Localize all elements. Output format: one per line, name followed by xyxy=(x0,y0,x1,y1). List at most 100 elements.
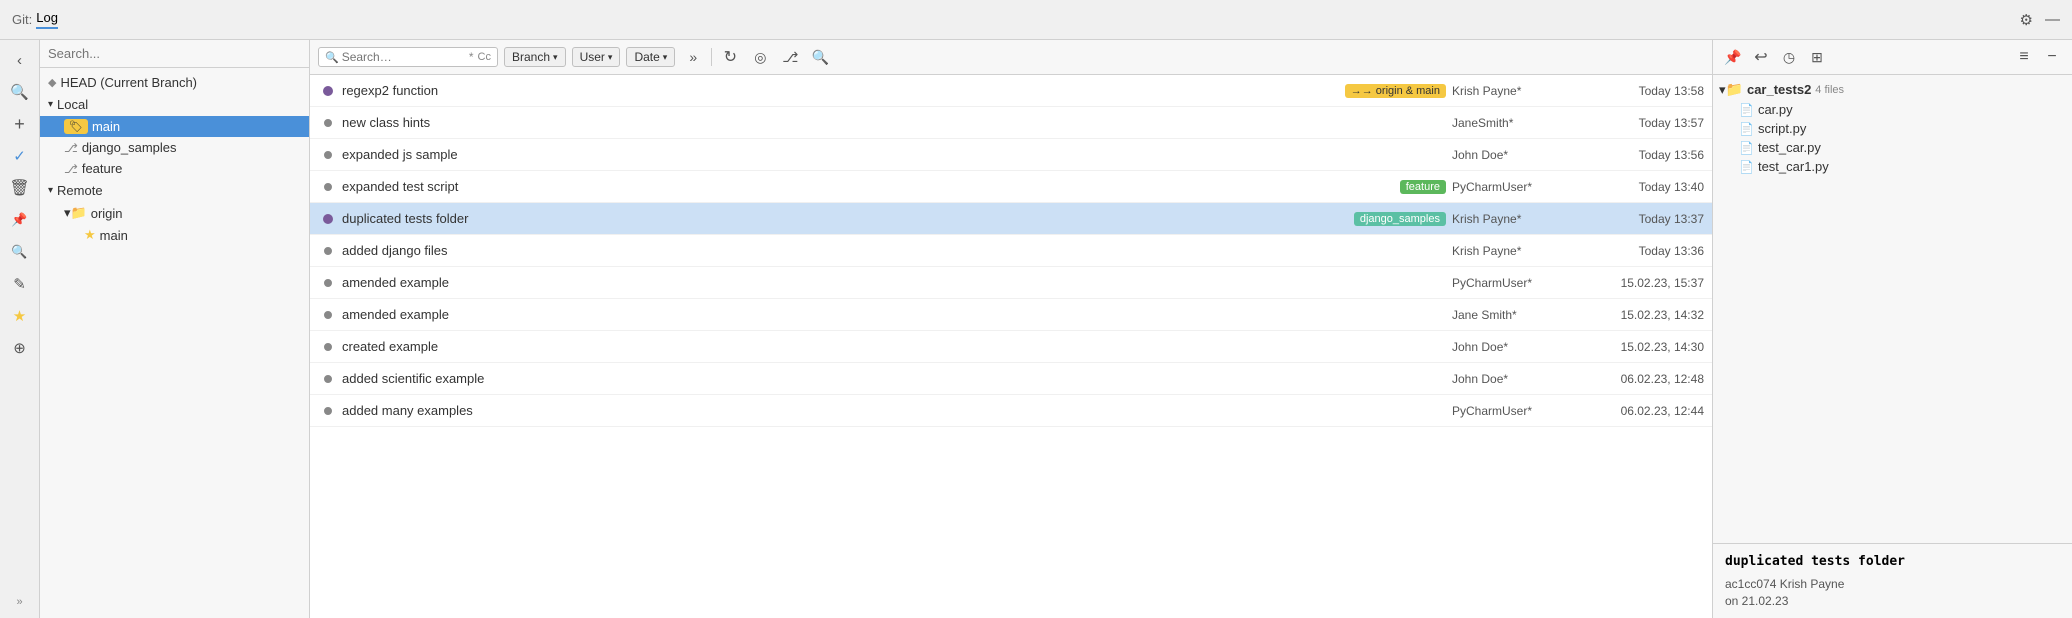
commit-badges: django_samples xyxy=(1354,212,1446,226)
folder-icon: 📁 xyxy=(71,205,87,221)
commit-row[interactable]: added scientific exampleJohn Doe*06.02.2… xyxy=(310,363,1712,395)
branch-filter[interactable]: Branch ▾ xyxy=(504,47,566,67)
commit-row[interactable]: created exampleJohn Doe*15.02.23, 14:30 xyxy=(310,331,1712,363)
sidebar-search-input[interactable] xyxy=(48,46,301,61)
detail-title: duplicated tests folder xyxy=(1725,554,2060,569)
minimize-icon[interactable]: — xyxy=(2045,11,2060,28)
back-button[interactable]: ‹ xyxy=(6,46,34,74)
refresh-button[interactable]: ↻ xyxy=(718,45,742,69)
commit-row[interactable]: duplicated tests folderdjango_samplesKri… xyxy=(310,203,1712,235)
user-filter[interactable]: User ▾ xyxy=(572,47,621,67)
branch-filter-label: Branch xyxy=(512,50,550,64)
commit-search-icon: 🔍 xyxy=(325,51,339,64)
commit-message: amended example xyxy=(338,307,1452,322)
right-pin-icon[interactable]: 📌 xyxy=(1721,45,1745,69)
graph-dot xyxy=(318,214,338,224)
sidebar-item-origin[interactable]: ▾ 📁 origin xyxy=(40,202,309,224)
file-item[interactable]: 📄script.py xyxy=(1719,119,2066,138)
file-item[interactable]: 📄test_car1.py xyxy=(1719,157,2066,176)
commit-row[interactable]: amended exampleJane Smith*15.02.23, 14:3… xyxy=(310,299,1712,331)
add-button[interactable]: + xyxy=(6,110,34,138)
commits-panel: 🔍 * Cc Branch ▾ User ▾ Date ▾ » ↻ ◎ ⎇ 🔍 xyxy=(310,40,1712,618)
main-layout: ‹ 🔍 + ✓ 🗑 📌 🔍 ✎ ★ ⊕ » ◆ HEAD (Current Br… xyxy=(0,40,2072,618)
terminal-button[interactable]: ◎ xyxy=(748,45,772,69)
folder-icon: 📁 xyxy=(1726,81,1743,98)
commit-search-box[interactable]: 🔍 * Cc xyxy=(318,47,498,67)
gear-icon[interactable]: ⚙ xyxy=(2020,11,2033,29)
right-collapse-icon[interactable]: − xyxy=(2040,45,2064,69)
file-icon: 📄 xyxy=(1739,103,1754,117)
commit-row[interactable]: new class hintsJaneSmith*Today 13:57 xyxy=(310,107,1712,139)
delete-button[interactable]: 🗑 xyxy=(6,174,34,202)
file-folder[interactable]: ▾📁car_tests24 files xyxy=(1719,81,2066,98)
graph-dot xyxy=(318,247,338,255)
commit-row[interactable]: regexp2 function→→ origin & mainKrish Pa… xyxy=(310,75,1712,107)
pin-button[interactable]: 📌 xyxy=(6,206,34,234)
commit-row[interactable]: added many examplesPyCharmUser*06.02.23,… xyxy=(310,395,1712,427)
commit-date: 06.02.23, 12:44 xyxy=(1582,404,1712,418)
graph-dot xyxy=(318,183,338,191)
right-undo-icon[interactable]: ↩ xyxy=(1749,45,1773,69)
right-layout-icon[interactable]: ⊞ xyxy=(1805,45,1829,69)
sidebar-item-origin-main[interactable]: ★ main xyxy=(40,224,309,246)
right-panel: 📌 ↩ ◷ ⊞ ≡ − ▾📁car_tests24 files📄car.py📄s… xyxy=(1712,40,2072,618)
case-label[interactable]: Cc xyxy=(478,51,491,63)
edit-button[interactable]: ✎ xyxy=(6,270,34,298)
more-filters-button[interactable]: » xyxy=(681,45,705,69)
file-item[interactable]: 📄car.py xyxy=(1719,100,2066,119)
star-button[interactable]: ★ xyxy=(6,302,34,330)
graph-dot xyxy=(318,151,338,159)
commit-message: amended example xyxy=(338,275,1452,290)
more-tools[interactable]: » xyxy=(16,596,22,608)
commits-search-button[interactable]: 🔍 xyxy=(808,45,832,69)
commit-message: created example xyxy=(338,339,1452,354)
commit-author: Krish Payne* xyxy=(1452,84,1582,98)
sidebar-section-remote[interactable]: ▾ Remote xyxy=(40,179,309,202)
commit-row[interactable]: expanded test scriptfeaturePyCharmUser*T… xyxy=(310,171,1712,203)
commit-message: expanded test script xyxy=(338,179,1400,194)
branch-badge: →→ origin & main xyxy=(1345,84,1446,98)
commit-row[interactable]: amended examplePyCharmUser*15.02.23, 15:… xyxy=(310,267,1712,299)
detail-hash: ac1cc074 Krish Payne xyxy=(1725,577,2060,591)
commit-date: Today 13:58 xyxy=(1582,84,1712,98)
date-filter-label: Date xyxy=(634,50,659,64)
regex-label[interactable]: * xyxy=(469,50,474,64)
sidebar-item-head[interactable]: ◆ HEAD (Current Branch) xyxy=(40,72,309,93)
commit-date: Today 13:40 xyxy=(1582,180,1712,194)
app-label: Git: xyxy=(12,12,32,27)
sidebar-item-main[interactable]: 🏷 main xyxy=(40,116,309,137)
commits-table: regexp2 function→→ origin & mainKrish Pa… xyxy=(310,75,1712,618)
commit-message: duplicated tests folder xyxy=(338,211,1354,226)
commit-message: added many examples xyxy=(338,403,1452,418)
commit-row[interactable]: expanded js sampleJohn Doe*Today 13:56 xyxy=(310,139,1712,171)
file-name: test_car1.py xyxy=(1758,159,1829,174)
sidebar-search-box[interactable] xyxy=(40,40,309,68)
commit-message: expanded js sample xyxy=(338,147,1452,162)
file-item[interactable]: 📄test_car.py xyxy=(1719,138,2066,157)
commit-search-input[interactable] xyxy=(342,50,465,64)
commits-toolbar: 🔍 * Cc Branch ▾ User ▾ Date ▾ » ↻ ◎ ⎇ 🔍 xyxy=(310,40,1712,75)
date-filter[interactable]: Date ▾ xyxy=(626,47,675,67)
sidebar-item-django-samples[interactable]: ⎇ django_samples xyxy=(40,137,309,158)
head-icon: ◆ xyxy=(48,76,56,89)
merge-button[interactable]: ⎇ xyxy=(778,45,802,69)
commit-row[interactable]: added django filesKrish Payne*Today 13:3… xyxy=(310,235,1712,267)
find-button[interactable]: 🔍 xyxy=(6,238,34,266)
commit-message: new class hints xyxy=(338,115,1452,130)
user-filter-chevron: ▾ xyxy=(608,52,613,63)
commit-date: Today 13:36 xyxy=(1582,244,1712,258)
add-circle-button[interactable]: ⊕ xyxy=(6,334,34,362)
main-branch-tag: 🏷 xyxy=(64,119,88,134)
folder-name: car_tests2 xyxy=(1747,82,1811,97)
file-name: test_car.py xyxy=(1758,140,1821,155)
sidebar-item-feature[interactable]: ⎇ feature xyxy=(40,158,309,179)
right-history-icon[interactable]: ◷ xyxy=(1777,45,1801,69)
right-sort-icon[interactable]: ≡ xyxy=(2012,45,2036,69)
branch-badge: feature xyxy=(1400,180,1446,194)
search-button[interactable]: 🔍 xyxy=(6,78,34,106)
commit-message: added django files xyxy=(338,243,1452,258)
sidebar-section-local[interactable]: ▾ Local xyxy=(40,93,309,116)
log-tab[interactable]: Log xyxy=(36,10,58,29)
check-button[interactable]: ✓ xyxy=(6,142,34,170)
file-count: 4 files xyxy=(1815,84,1844,96)
